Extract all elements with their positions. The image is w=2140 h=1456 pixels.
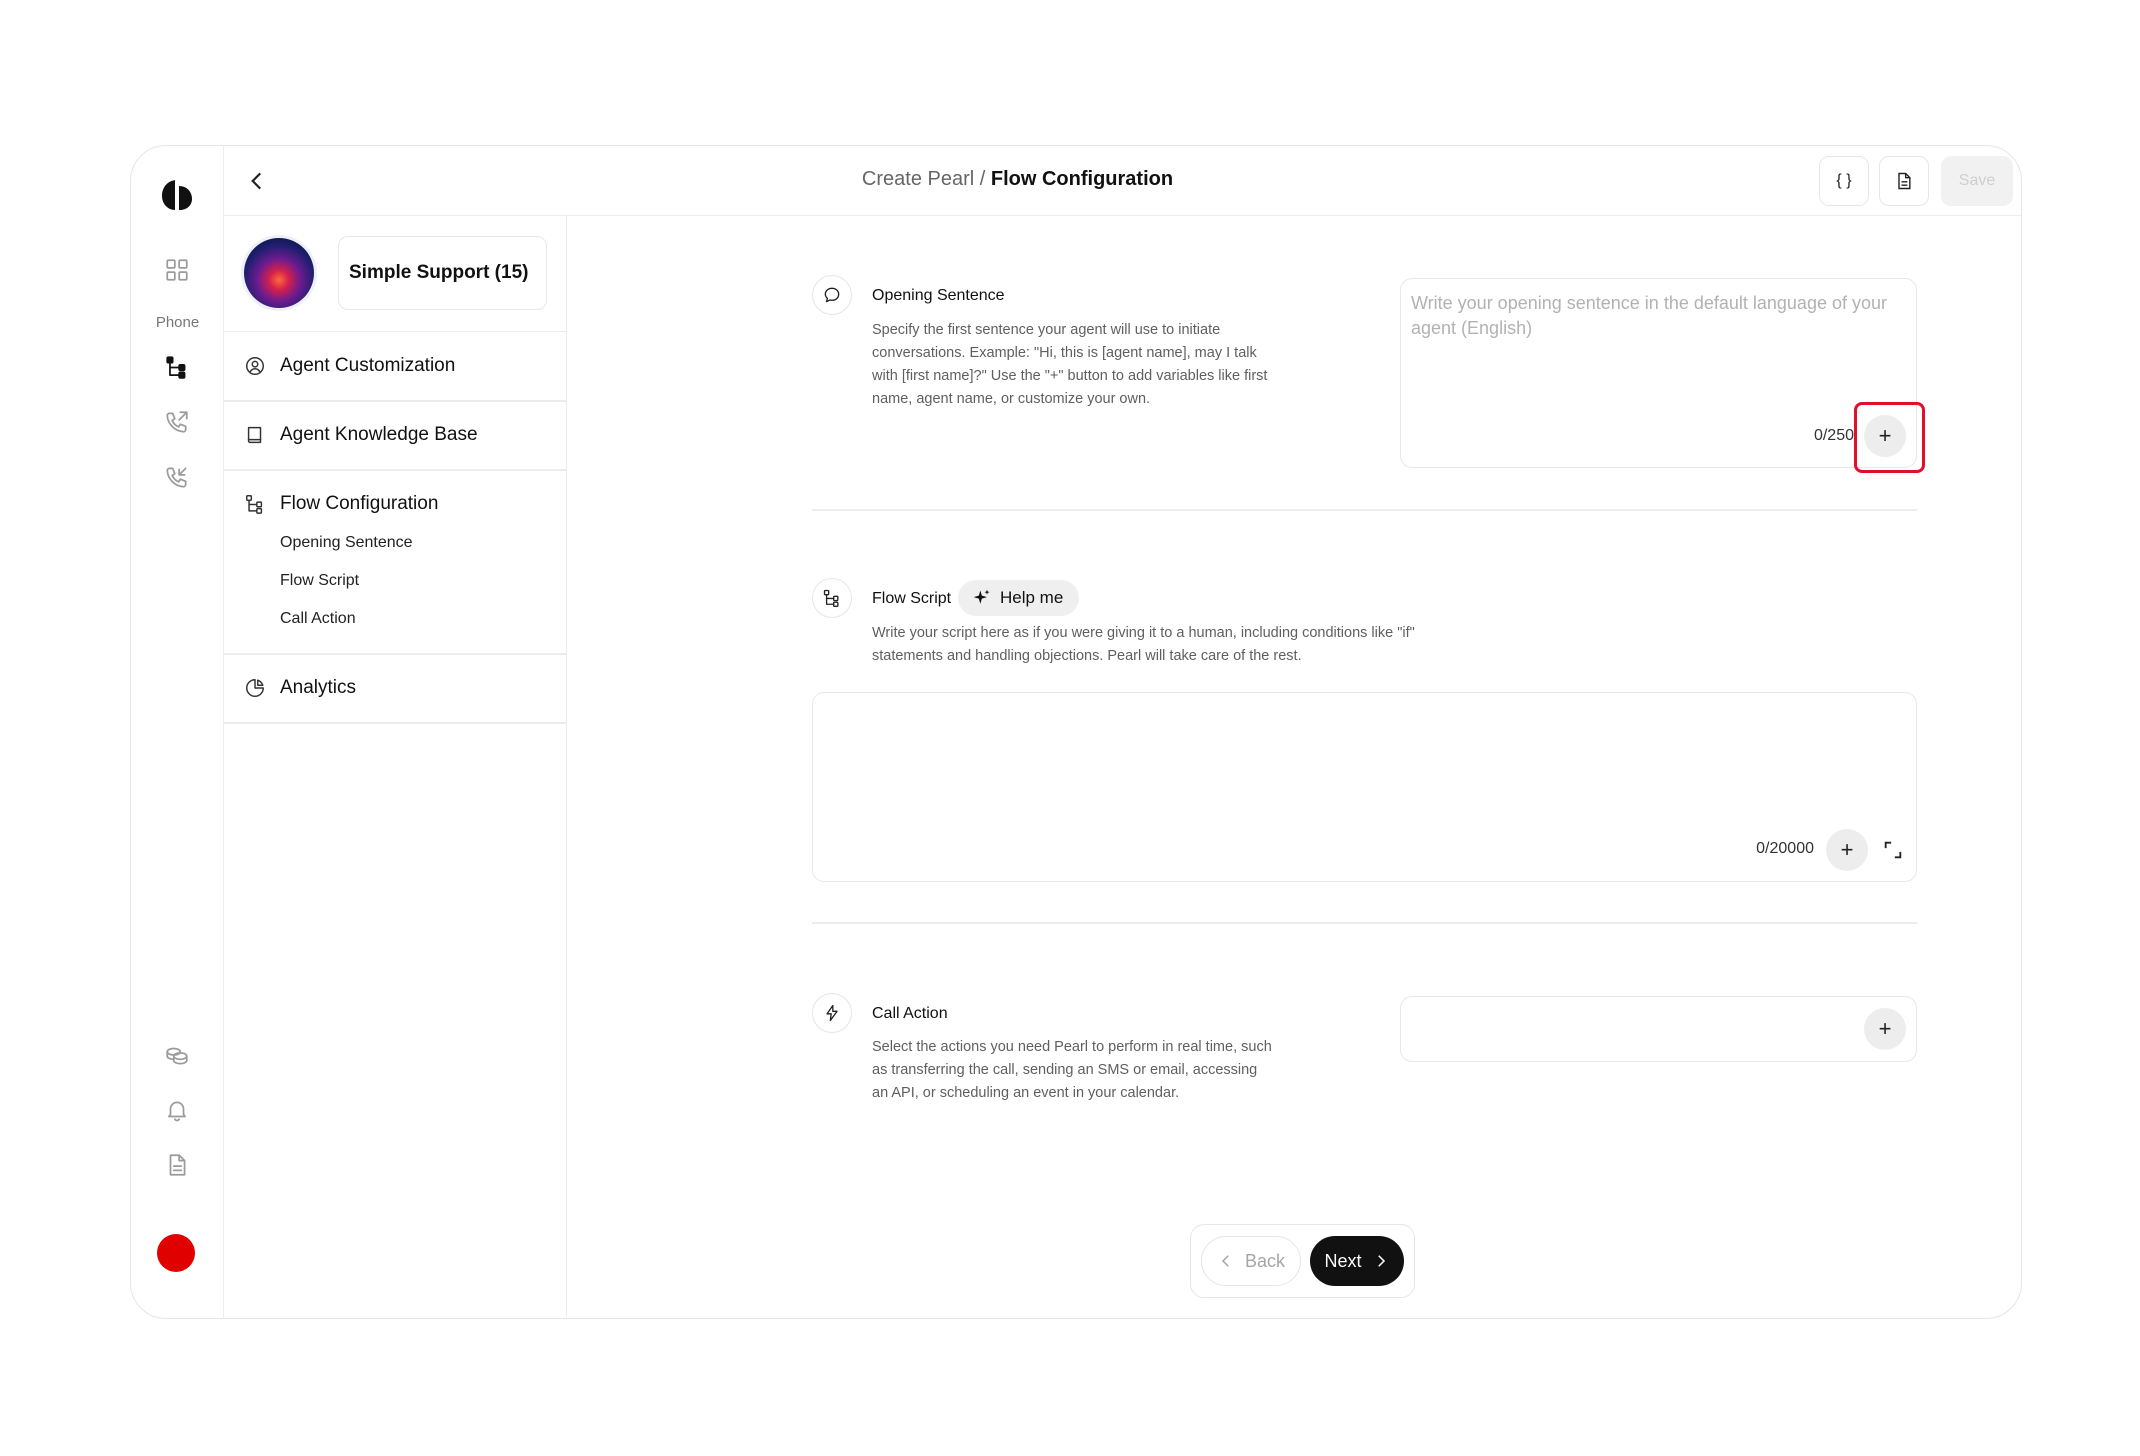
plus-icon: + xyxy=(1840,837,1854,862)
agent-avatar[interactable] xyxy=(244,238,314,308)
user-settings-icon xyxy=(246,357,264,375)
back-label: Back xyxy=(1244,1250,1286,1271)
flow-script-counter: 0/20000 xyxy=(1756,840,1814,857)
page-title: Flow Configuration xyxy=(990,168,1174,190)
analytics-icon xyxy=(246,679,264,697)
document-icon[interactable] xyxy=(161,1149,193,1181)
agent-name-field[interactable]: Simple Support (15) xyxy=(338,236,547,310)
nav-item-knowledge-base[interactable]: Agent Knowledge Base xyxy=(224,401,566,469)
app-window: Phone Create Pearl / Flow Configuration xyxy=(130,145,2022,1319)
add-variable-button[interactable]: + xyxy=(1826,829,1868,871)
sub-item-call-action[interactable]: Call Action xyxy=(280,610,356,628)
save-button[interactable]: Save xyxy=(1941,156,2013,206)
flow-icon[interactable] xyxy=(161,351,193,383)
agent-nav: Simple Support (15) Agent Customization … xyxy=(224,216,567,1318)
opening-sentence-description: Specify the first sentence your agent wi… xyxy=(872,322,1268,407)
nav-item-flow-configuration[interactable]: Flow Configuration xyxy=(224,470,566,538)
back-button[interactable]: Back xyxy=(1201,1236,1301,1286)
nav-item-label: Analytics xyxy=(280,677,357,698)
sub-item-opening-sentence[interactable]: Opening Sentence xyxy=(280,534,413,552)
top-bar: Create Pearl / Flow Configuration { } Sa… xyxy=(224,146,2021,216)
step-navigation: Back Next xyxy=(1190,1224,1415,1298)
expand-icon[interactable] xyxy=(1882,839,1904,861)
opening-sentence-input[interactable]: Write your opening sentence in the defau… xyxy=(1400,278,1917,468)
opening-sentence-title: Opening Sentence xyxy=(872,287,1005,304)
grid-icon[interactable] xyxy=(161,254,193,286)
breadcrumb: Create Pearl / Flow Configuration xyxy=(224,168,2021,191)
flow-script-description: Write your script here as if you were gi… xyxy=(872,625,1415,664)
flow-script-title: Flow Script xyxy=(872,590,952,607)
main-content: Opening Sentence Specify the first sente… xyxy=(567,216,2021,1318)
file-icon xyxy=(1898,172,1911,190)
phone-section-label: Phone xyxy=(155,314,200,331)
help-me-button[interactable]: Help me xyxy=(958,580,1080,616)
highlight-annotation xyxy=(1854,402,1925,473)
flow-script-input[interactable]: 0/20000 + xyxy=(812,692,1917,882)
nav-item-label: Agent Customization xyxy=(280,355,456,376)
left-rail: Phone xyxy=(131,146,224,1318)
section-divider xyxy=(812,922,1917,924)
variables-button[interactable]: { } xyxy=(1819,156,1869,206)
flow-icon xyxy=(812,578,852,618)
braces-icon: { } xyxy=(1836,172,1852,189)
call-action-title: Call Action xyxy=(872,1005,948,1022)
document-button[interactable] xyxy=(1879,156,1929,206)
chat-bubble-icon xyxy=(812,275,852,315)
logo-icon[interactable] xyxy=(158,176,196,214)
book-icon xyxy=(247,426,262,444)
nav-item-agent-customization[interactable]: Agent Customization xyxy=(224,332,566,400)
bell-icon[interactable] xyxy=(161,1094,193,1126)
opening-sentence-placeholder: Write your opening sentence in the defau… xyxy=(1411,293,1887,338)
chevron-left-icon xyxy=(1221,1255,1229,1267)
chevron-right-icon xyxy=(1377,1255,1385,1267)
status-indicator[interactable] xyxy=(157,1234,195,1272)
nav-item-label: Agent Knowledge Base xyxy=(280,424,478,445)
flow-icon xyxy=(246,495,263,514)
call-action-selector[interactable]: + xyxy=(1400,996,1917,1062)
add-action-button[interactable]: + xyxy=(1864,1008,1906,1050)
lightning-icon xyxy=(812,993,852,1033)
nav-item-analytics[interactable]: Analytics xyxy=(224,654,566,722)
breadcrumb-parent[interactable]: Create Pearl / xyxy=(862,168,985,190)
nav-item-label: Flow Configuration xyxy=(280,493,439,514)
divider xyxy=(224,722,566,724)
incoming-call-icon[interactable] xyxy=(161,461,193,493)
next-label: Next xyxy=(1324,1250,1362,1271)
opening-sentence-counter: 0/250 xyxy=(1813,427,1854,444)
outgoing-call-icon[interactable] xyxy=(161,406,193,438)
help-me-label: Help me xyxy=(1000,588,1064,607)
coins-icon[interactable] xyxy=(161,1039,193,1071)
sparkle-icon xyxy=(973,589,990,604)
agent-header: Simple Support (15) xyxy=(224,216,566,332)
plus-icon: + xyxy=(1878,1016,1892,1041)
sub-item-flow-script[interactable]: Flow Script xyxy=(280,572,359,590)
call-action-description: Select the actions you need Pearl to per… xyxy=(872,1039,1272,1101)
section-divider xyxy=(812,509,1917,511)
next-button[interactable]: Next xyxy=(1310,1236,1404,1286)
